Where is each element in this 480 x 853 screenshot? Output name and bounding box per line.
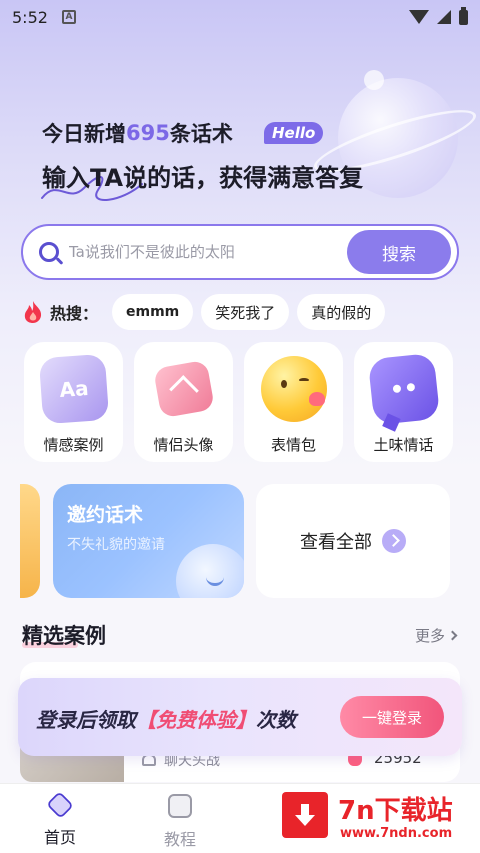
featured-section-title: 精选案例 bbox=[22, 624, 106, 648]
daily-new-headline: 今日新增 695 条话术 bbox=[42, 118, 233, 148]
category-emotion-cases[interactable]: Aa 情感案例 bbox=[24, 342, 123, 462]
headline-suffix: 条话术 bbox=[169, 122, 233, 146]
flame-icon bbox=[24, 301, 42, 323]
chevron-right-icon bbox=[382, 529, 406, 553]
signal-icon bbox=[437, 10, 451, 24]
emoji-kiss-icon bbox=[260, 356, 327, 422]
invite-card-subtitle: 不失礼貌的邀请 bbox=[67, 537, 165, 553]
watermark-brand: 7n下载站 bbox=[338, 796, 453, 826]
hot-search-chip[interactable]: 真的假的 bbox=[297, 294, 386, 330]
battery-icon bbox=[459, 6, 468, 25]
login-promo-suffix: 次数 bbox=[256, 708, 296, 732]
nav-tutorial[interactable]: 教程 bbox=[150, 794, 210, 850]
aa-card-icon: Aa bbox=[38, 353, 109, 425]
more-link[interactable]: 更多 bbox=[414, 625, 458, 646]
notification-icon: A bbox=[61, 10, 76, 24]
search-icon bbox=[39, 242, 59, 262]
wifi-icon bbox=[409, 10, 429, 24]
search-bar: 搜索 bbox=[21, 224, 459, 280]
tagline: 输入TA说的话，获得满意答复 bbox=[42, 164, 364, 192]
view-all-label: 查看全部 bbox=[300, 532, 372, 553]
status-bar: 5:52 A bbox=[0, 0, 480, 34]
hello-badge: Hello bbox=[264, 122, 324, 144]
login-promo-text: 登录后领取 【免费体验】 次数 bbox=[36, 704, 296, 733]
category-label: 情侣头像 bbox=[153, 436, 214, 454]
status-time: 5:52 bbox=[12, 7, 48, 27]
new-count: 695 bbox=[126, 121, 170, 145]
watermark-url: www.7ndn.com bbox=[340, 826, 453, 841]
category-cheesy-lines[interactable]: 土味情话 bbox=[354, 342, 453, 462]
more-label: 更多 bbox=[414, 627, 445, 645]
category-grid: Aa 情感案例 情侣头像 表情包 土味情话 bbox=[24, 342, 453, 462]
category-label: 表情包 bbox=[270, 436, 316, 454]
headline-prefix: 今日新增 bbox=[42, 122, 126, 146]
one-click-login-button[interactable]: 一键登录 bbox=[340, 696, 444, 738]
nav-home[interactable]: 首页 bbox=[30, 791, 90, 848]
view-all-button[interactable]: 查看全部 bbox=[256, 484, 450, 598]
chat-bubble-icon bbox=[367, 352, 440, 432]
login-promo-prefix: 登录后领取 bbox=[36, 708, 136, 732]
hot-search-label: 热搜： bbox=[50, 304, 99, 323]
orb-illustration bbox=[176, 544, 244, 598]
hot-search-chip[interactable]: emmm bbox=[112, 294, 194, 330]
status-icons bbox=[409, 6, 468, 25]
hot-search-row: 热搜： emmm 笑死我了 真的假的 bbox=[22, 294, 393, 330]
book-icon bbox=[168, 794, 192, 818]
moon-illustration bbox=[364, 70, 384, 90]
category-label: 土味情话 bbox=[373, 436, 434, 454]
chevron-right-icon bbox=[447, 630, 458, 641]
home-icon bbox=[46, 791, 74, 819]
hot-search-chip[interactable]: 笑死我了 bbox=[201, 294, 290, 330]
invite-card-title: 邀约话术 bbox=[67, 504, 144, 526]
watermark: 7n下载站 www.7ndn.com bbox=[282, 790, 472, 846]
search-input[interactable] bbox=[69, 243, 329, 261]
nav-home-label: 首页 bbox=[43, 828, 76, 847]
login-promo-highlight: 【免费体验】 bbox=[136, 708, 256, 732]
previous-banner-card[interactable] bbox=[20, 484, 40, 598]
search-button[interactable]: 搜索 bbox=[347, 230, 451, 274]
nav-tutorial-label: 教程 bbox=[163, 830, 196, 849]
invite-lines-card[interactable]: 邀约话术 不失礼貌的邀请 bbox=[53, 484, 244, 598]
category-couple-avatars[interactable]: 情侣头像 bbox=[134, 342, 233, 462]
category-label: 情感案例 bbox=[43, 436, 104, 454]
category-stickers[interactable]: 表情包 bbox=[244, 342, 343, 462]
heart-icon bbox=[151, 356, 217, 422]
download-logo-icon bbox=[282, 792, 328, 838]
